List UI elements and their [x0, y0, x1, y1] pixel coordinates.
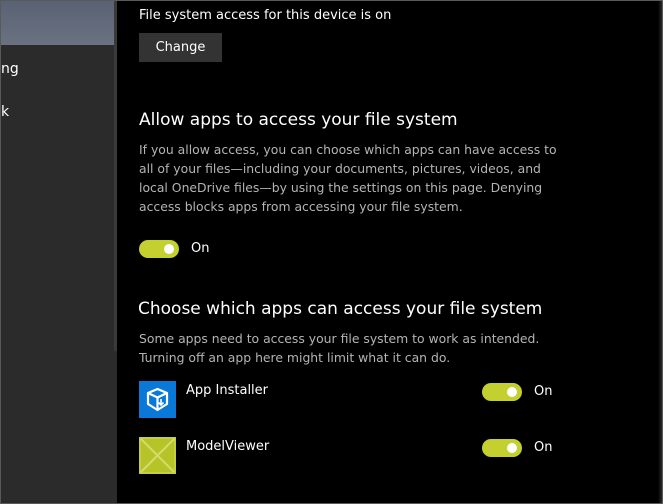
modelviewer-toggle[interactable] [482, 439, 522, 457]
app-installer-toggle[interactable] [482, 383, 522, 401]
navigation-pane: ng k [1, 1, 117, 503]
allow-access-description: If you allow access, you can choose whic… [139, 142, 557, 214]
change-button[interactable]: Change [139, 33, 222, 62]
nav-header [1, 1, 114, 45]
app-name: ModelViewer [186, 439, 270, 454]
app-installer-toggle-label: On [534, 384, 553, 399]
model-viewer-icon [139, 437, 176, 474]
settings-window: ng k File system access for this device … [0, 0, 663, 504]
content-pane: File system access for this device is on… [117, 1, 662, 503]
allow-access-toggle[interactable] [139, 240, 179, 258]
choose-apps-description: Some apps need to access your file syste… [139, 331, 540, 365]
allow-access-toggle-label: On [191, 241, 210, 256]
choose-apps-heading: Choose which apps can access your file s… [138, 299, 543, 319]
app-name: App Installer [186, 383, 269, 398]
app-installer-icon [139, 381, 176, 418]
toggle-knob [507, 387, 517, 397]
toggle-knob [507, 443, 517, 453]
toggle-knob [164, 244, 174, 254]
app-row-modelviewer: ModelViewer On [139, 437, 559, 477]
window-edge-shadow [658, 1, 662, 503]
app-row-app-installer: App Installer On [139, 381, 559, 421]
nav-item-1[interactable]: ng [1, 61, 19, 77]
nav-item-2[interactable]: k [1, 104, 9, 120]
modelviewer-toggle-label: On [534, 440, 553, 455]
allow-access-heading: Allow apps to access your file system [139, 110, 458, 130]
device-access-status: File system access for this device is on [139, 8, 392, 23]
